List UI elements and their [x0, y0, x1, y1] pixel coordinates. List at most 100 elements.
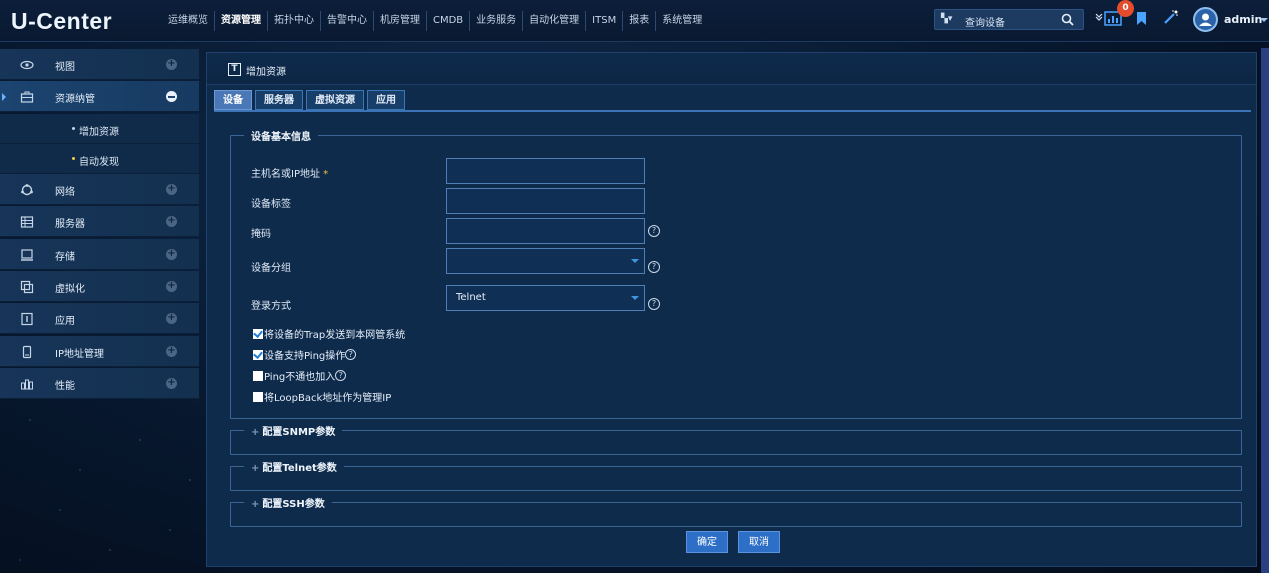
nav-item-automation[interactable]: 自动化管理: [523, 11, 587, 31]
nav-item-overview[interactable]: 运维概览: [162, 11, 215, 31]
sidebar: 视图 + 资源纳管 增加资源 自动发现 网络 + 服务器 + 存储 + 虚拟化 …: [0, 49, 199, 401]
virtualization-icon: [20, 280, 34, 294]
sidebar-item-storage[interactable]: 存储 +: [0, 238, 199, 270]
ping-fail-add-option[interactable]: Ping不通也加入 ?: [253, 368, 347, 383]
ssh-params-section[interactable]: + 配置SSH参数: [230, 495, 1242, 527]
sidebar-item-resource-manage[interactable]: 资源纳管: [0, 81, 199, 113]
expand-plus-icon[interactable]: +: [166, 280, 177, 292]
search-icon[interactable]: [1061, 13, 1074, 29]
collapse-minus-icon[interactable]: [166, 91, 177, 103]
ping-fail-add-checkbox[interactable]: [253, 370, 263, 381]
sidebar-item-ip-management[interactable]: IP地址管理 +: [0, 335, 199, 367]
sidebar-item-label: 服务器: [55, 219, 85, 231]
alarm-count-badge: 0: [1117, 0, 1134, 17]
expand-plus-icon[interactable]: +: [166, 248, 177, 260]
expand-plus-icon[interactable]: +: [166, 313, 177, 325]
cancel-button[interactable]: 取消: [738, 531, 780, 553]
nav-item-alarm[interactable]: 告警中心: [321, 11, 374, 31]
section-legend[interactable]: + 配置SNMP参数: [244, 423, 343, 438]
help-icon[interactable]: ?: [345, 349, 357, 360]
panel-title-icon: T: [228, 63, 241, 76]
device-tag-input[interactable]: [446, 188, 645, 214]
sidebar-item-performance[interactable]: 性能 +: [0, 368, 199, 400]
network-icon: [20, 183, 34, 197]
help-icon[interactable]: ?: [648, 298, 660, 310]
panel-header: T 增加资源: [207, 53, 1256, 85]
required-marker: *: [323, 169, 329, 180]
confirm-button[interactable]: 确定: [686, 531, 728, 553]
sidebar-item-server[interactable]: 服务器 +: [0, 206, 199, 238]
expand-plus-icon[interactable]: +: [166, 216, 177, 228]
checkbox-label: 将LoopBack地址作为管理IP: [264, 393, 392, 404]
sidebar-item-label: 网络: [55, 186, 75, 198]
loopback-checkbox[interactable]: [253, 391, 263, 402]
add-resource-panel: T 增加资源 设备 服务器 虚拟资源 应用 设备基本信息 主机名或IP地址 * …: [206, 52, 1257, 567]
nav-item-resource[interactable]: 资源管理: [215, 11, 268, 31]
sidebar-item-label: 存储: [55, 251, 75, 263]
sidebar-item-virtualization[interactable]: 虚拟化 +: [0, 270, 199, 302]
snmp-params-section[interactable]: + 配置SNMP参数: [230, 423, 1242, 455]
trap-forward-checkbox[interactable]: [253, 328, 263, 339]
device-basic-info-section: 设备基本信息 主机名或IP地址 * 设备标签 掩码 ? 设备分组 ? 登录方式 …: [230, 128, 1242, 419]
nav-item-topology[interactable]: 拓扑中心: [268, 11, 321, 31]
checkbox-label: 设备支持Ping操作: [264, 351, 346, 362]
ping-support-option[interactable]: 设备支持Ping操作 ?: [253, 347, 357, 362]
bookmark-icon[interactable]: [1136, 11, 1147, 29]
bullet-dot: [72, 156, 75, 160]
username[interactable]: admin: [1224, 13, 1262, 26]
nav-item-cmdb[interactable]: CMDB: [427, 11, 471, 31]
nav-item-system[interactable]: 系统管理: [656, 11, 708, 31]
tab-application[interactable]: 应用: [367, 90, 405, 110]
sidebar-item-view[interactable]: 视图 +: [0, 49, 199, 80]
active-indicator-icon: [2, 93, 6, 102]
telnet-params-section[interactable]: + 配置Telnet参数: [230, 459, 1242, 491]
sidebar-item-label: 应用: [55, 316, 75, 328]
tab-device[interactable]: 设备: [214, 90, 252, 110]
help-icon[interactable]: ?: [648, 225, 660, 237]
chevron-down-icon[interactable]: [1260, 18, 1268, 22]
page-scrollbar[interactable]: [1261, 48, 1269, 573]
resource-tabs: 设备 服务器 虚拟资源 应用: [214, 90, 408, 110]
nav-item-datacenter[interactable]: 机房管理: [374, 11, 427, 31]
tab-virtual-resource[interactable]: 虚拟资源: [306, 90, 364, 110]
sidebar-item-application[interactable]: 应用 +: [0, 303, 199, 335]
expand-plus-icon: +: [251, 499, 260, 510]
section-legend[interactable]: + 配置Telnet参数: [244, 459, 344, 474]
sidebar-subitem-add-resource[interactable]: 增加资源: [0, 113, 199, 144]
ping-support-checkbox[interactable]: [253, 349, 263, 360]
expand-plus-icon: +: [251, 463, 260, 474]
nav-item-report[interactable]: 报表: [623, 11, 657, 31]
user-avatar[interactable]: [1193, 7, 1218, 32]
eye-icon: [20, 58, 34, 72]
sidebar-item-network[interactable]: 网络 +: [0, 173, 199, 205]
search-input[interactable]: 查询设备: [965, 14, 1005, 29]
nav-item-business[interactable]: 业务服务: [470, 11, 524, 31]
section-legend[interactable]: + 配置SSH参数: [244, 495, 332, 510]
mask-input[interactable]: [446, 218, 645, 244]
chevron-down-icon: [631, 259, 639, 263]
search-type-dropdown-icon[interactable]: ▚▾: [941, 14, 952, 24]
sidebar-item-label: 资源纳管: [55, 94, 95, 106]
login-method-select[interactable]: Telnet: [446, 285, 645, 311]
help-icon[interactable]: ?: [648, 261, 660, 273]
expand-plus-icon[interactable]: +: [166, 345, 177, 357]
sidebar-item-label: 视图: [55, 62, 75, 73]
trap-forward-option[interactable]: 将设备的Trap发送到本网管系统: [253, 326, 405, 341]
expand-plus-icon[interactable]: +: [166, 59, 177, 70]
help-icon[interactable]: ?: [335, 370, 347, 381]
sidebar-subitem-auto-discover[interactable]: 自动发现: [0, 143, 199, 174]
expand-plus-icon[interactable]: +: [166, 183, 177, 195]
tab-server[interactable]: 服务器: [255, 90, 303, 110]
checkbox-label: 将设备的Trap发送到本网管系统: [264, 330, 406, 341]
nav-item-itsm[interactable]: ITSM: [586, 11, 624, 31]
loopback-option[interactable]: 将LoopBack地址作为管理IP: [253, 389, 391, 404]
expand-plus-icon[interactable]: +: [166, 378, 177, 390]
sidebar-item-label: 虚拟化: [55, 283, 85, 295]
device-group-select[interactable]: [446, 248, 645, 274]
device-search[interactable]: ▚▾ 查询设备: [934, 9, 1084, 30]
host-ip-input[interactable]: [446, 158, 645, 184]
double-chevron-down-icon[interactable]: [1094, 12, 1104, 25]
server-icon: [20, 215, 34, 229]
mask-label: 掩码: [251, 229, 271, 240]
magic-wand-icon[interactable]: [1163, 9, 1179, 28]
